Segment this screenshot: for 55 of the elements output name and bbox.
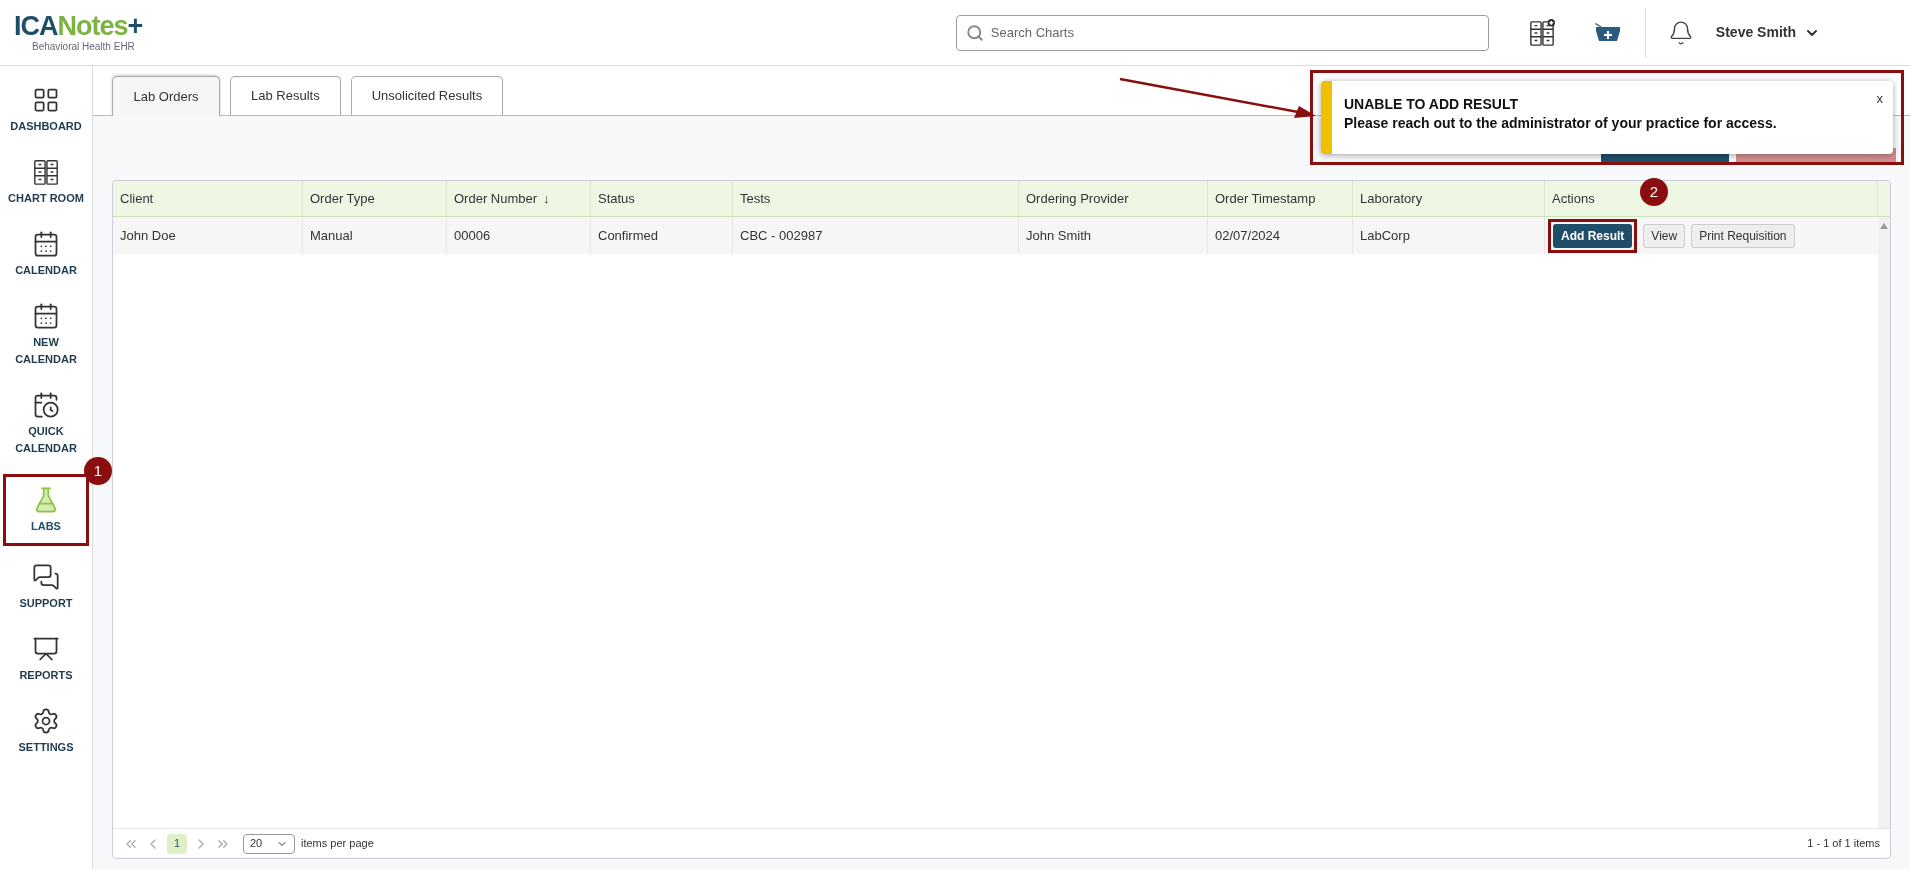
toast-title: UNABLE TO ADD RESULT <box>1344 95 1518 114</box>
column-header[interactable]: Client <box>120 188 154 209</box>
table-cell-text: 00006 <box>454 226 491 245</box>
close-button[interactable]: x <box>1876 89 1883 109</box>
table-cell-text: John Smith <box>1026 226 1092 245</box>
tab[interactable]: Unsolicited Results <box>350 76 504 115</box>
action-button[interactable]: Print Requisition <box>1691 223 1795 248</box>
table-cell-text: Manual <box>310 226 353 245</box>
column-header[interactable]: Order Timestamp <box>1215 188 1316 209</box>
column-header[interactable]: Ordering Provider <box>1026 188 1129 209</box>
dashboard-icon <box>32 86 60 114</box>
sort-arrow[interactable]: ↓ <box>543 188 550 209</box>
logo[interactable]: ICANotes+ Behavioral Health EHR <box>14 13 143 52</box>
table-cell-text: John Doe <box>120 226 176 245</box>
calendar-icon <box>32 302 60 330</box>
scrollbar[interactable] <box>1878 217 1890 828</box>
report-icon <box>32 635 60 663</box>
page-size-select[interactable]: 20 <box>243 833 295 854</box>
calendar-clock-icon <box>32 391 60 419</box>
column-header[interactable]: Status <box>598 188 635 209</box>
sidebar-item[interactable]: CALENDAR <box>3 224 89 285</box>
table-cell-text: CBC - 002987 <box>740 226 823 245</box>
toast-message: Please reach out to the administrator of your practice for access. <box>1344 114 1777 133</box>
add-result-button[interactable]: Add Result <box>1553 223 1633 248</box>
table-cell-text: Confirmed <box>598 226 658 245</box>
settings-icon <box>32 707 60 735</box>
column-header[interactable]: Tests <box>740 188 771 209</box>
calendar-icon <box>32 230 60 258</box>
sidebar-item[interactable]: SUPPORT <box>3 557 89 618</box>
table-cell-text: LabCorp <box>1360 226 1410 245</box>
table-cell-text: 02/07/2024 <box>1215 226 1281 245</box>
sidebar-item[interactable]: SETTINGS <box>3 701 89 762</box>
sidebar-item[interactable]: CHART ROOM <box>3 152 89 213</box>
scroll-up-icon[interactable] <box>1880 223 1888 229</box>
tab[interactable]: Lab Orders <box>112 76 220 116</box>
step-marker: 1 <box>84 457 112 485</box>
chat-icon <box>32 563 60 591</box>
action-button[interactable]: View <box>1643 223 1686 248</box>
page-button[interactable]: 1 <box>167 833 187 854</box>
column-header[interactable]: Actions <box>1552 188 1595 209</box>
search-field[interactable]: Search Charts <box>955 14 1489 51</box>
filing-cabinet-plus-icon[interactable] <box>1528 18 1555 47</box>
sidebar-item[interactable]: NEW CALENDAR <box>3 296 89 374</box>
search-icon <box>965 23 984 42</box>
sidebar-item[interactable]: LABS <box>3 474 89 546</box>
tab[interactable]: Lab Results <box>230 76 341 115</box>
column-header[interactable]: Laboratory <box>1360 188 1423 209</box>
page-size-label: items per page <box>301 836 374 852</box>
sidebar-item[interactable]: DASHBOARD <box>3 80 89 141</box>
filing-cabinet-icon <box>32 158 60 186</box>
column-header[interactable]: Order Number <box>454 188 538 209</box>
pager-summary: 1 - 1 of 1 items <box>1807 836 1880 852</box>
column-header[interactable]: Order Type <box>310 188 375 209</box>
user-menu[interactable]: Steve Smith <box>1715 22 1820 43</box>
sidebar-item[interactable]: REPORTS <box>3 629 89 690</box>
